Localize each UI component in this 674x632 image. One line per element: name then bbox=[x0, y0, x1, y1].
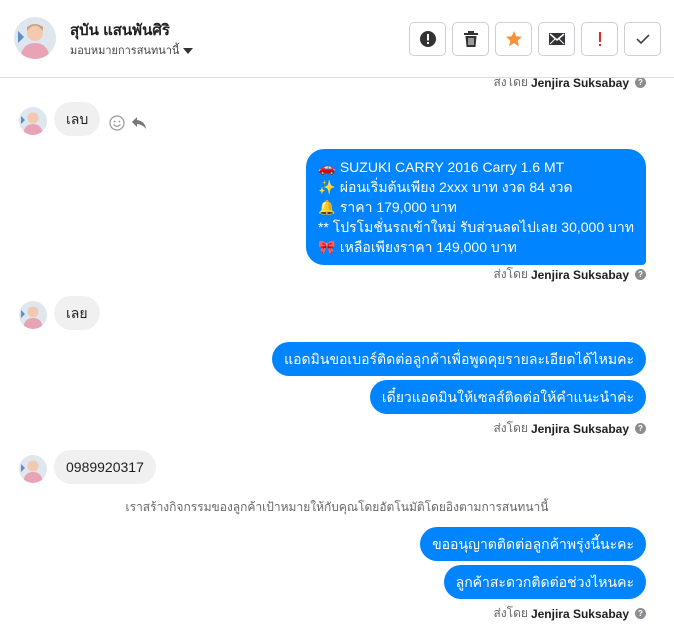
check-icon bbox=[635, 34, 650, 45]
conversation-header: สุบัน แสนพันศิริ มอบหมายการสนทนานี้ bbox=[0, 0, 674, 78]
outgoing-product-message[interactable]: 🚗 SUZUKI CARRY 2016 Carry 1.6 MT ✨ ผ่อนเ… bbox=[305, 149, 646, 265]
help-icon[interactable]: ? bbox=[635, 78, 646, 88]
outgoing-message[interactable]: แอดมินขอเบอร์ติดต่อลูกค้าเพื่อพูดคุยรายล… bbox=[272, 342, 646, 376]
product-line-3: 🔔 ราคา 179,000 บาท bbox=[317, 199, 457, 215]
star-button[interactable] bbox=[495, 22, 532, 56]
sent-by-label: ส่งโดย Jenjira Suksabay ? bbox=[493, 78, 646, 92]
product-line-1: 🚗 SUZUKI CARRY 2016 Carry 1.6 MT bbox=[317, 159, 565, 175]
envelope-icon bbox=[548, 33, 565, 45]
exclamation-icon bbox=[598, 32, 601, 46]
product-line-5: 🎀 เหลือเพียงราคา 149,000 บาท bbox=[317, 239, 517, 255]
spam-button[interactable] bbox=[409, 22, 446, 56]
trash-icon bbox=[463, 31, 478, 47]
message-thread[interactable]: ส่งโดย Jenjira Suksabay ? เลบ 🚗 SUZUKI C… bbox=[0, 78, 674, 632]
product-line-2: ✨ ผ่อนเริ่มต้นเพียง 2xxx บาท งวด 84 งวด bbox=[317, 179, 573, 195]
mark-unread-button[interactable] bbox=[538, 22, 575, 56]
customer-avatar bbox=[19, 455, 47, 483]
customer-avatar bbox=[19, 301, 47, 329]
outgoing-message[interactable]: เดี๋ยวแอดมินให้เซลส์ติดต่อให้คำแนะนำค่ะ bbox=[369, 380, 646, 414]
outgoing-message[interactable]: ลูกค้าสะดวกติดต่อช่วงไหนคะ bbox=[443, 565, 646, 599]
sent-by-label: ส่งโดย Jenjira Suksabay ? bbox=[493, 604, 646, 623]
help-icon[interactable]: ? bbox=[635, 269, 646, 280]
sent-by-label: ส่งโดย Jenjira Suksabay ? bbox=[493, 265, 646, 284]
conversation-actions bbox=[409, 22, 661, 56]
incoming-message[interactable]: เลย bbox=[54, 296, 100, 330]
product-line-4: ** โปรโมชั่นรถเข้าใหม่ รับส่วนลดไปเลย 30… bbox=[317, 219, 634, 235]
assign-label: มอบหมายการสนทนานี้ bbox=[70, 45, 180, 57]
message-tools bbox=[109, 115, 147, 131]
contact-name: สุบัน แสนพันศิริ bbox=[70, 22, 170, 39]
reply-icon[interactable] bbox=[131, 116, 147, 130]
done-button[interactable] bbox=[624, 22, 661, 56]
caret-down-icon bbox=[183, 48, 194, 54]
delete-button[interactable] bbox=[452, 22, 489, 56]
customer-avatar bbox=[19, 107, 47, 135]
outgoing-message[interactable]: ขออนุญาตติดต่อลูกค้าพรุ่งนี้นะคะ bbox=[420, 527, 646, 561]
system-notice: เราสร้างกิจกรรมของลูกค้าเป้าหมายให้กับคุ… bbox=[125, 500, 549, 514]
sent-by-label: ส่งโดย Jenjira Suksabay ? bbox=[493, 419, 646, 438]
help-icon[interactable]: ? bbox=[635, 608, 646, 619]
incoming-message[interactable]: เลบ bbox=[54, 102, 101, 136]
emoji-reaction-icon[interactable] bbox=[109, 115, 125, 131]
contact-avatar[interactable] bbox=[14, 17, 56, 59]
help-icon[interactable]: ? bbox=[635, 423, 646, 434]
important-button[interactable] bbox=[581, 22, 618, 56]
incoming-message[interactable]: 0989920317 bbox=[54, 450, 156, 484]
star-icon bbox=[505, 31, 522, 47]
assign-conversation-dropdown[interactable]: มอบหมายการสนทนานี้ bbox=[70, 41, 194, 59]
alert-circle-icon bbox=[419, 31, 436, 47]
